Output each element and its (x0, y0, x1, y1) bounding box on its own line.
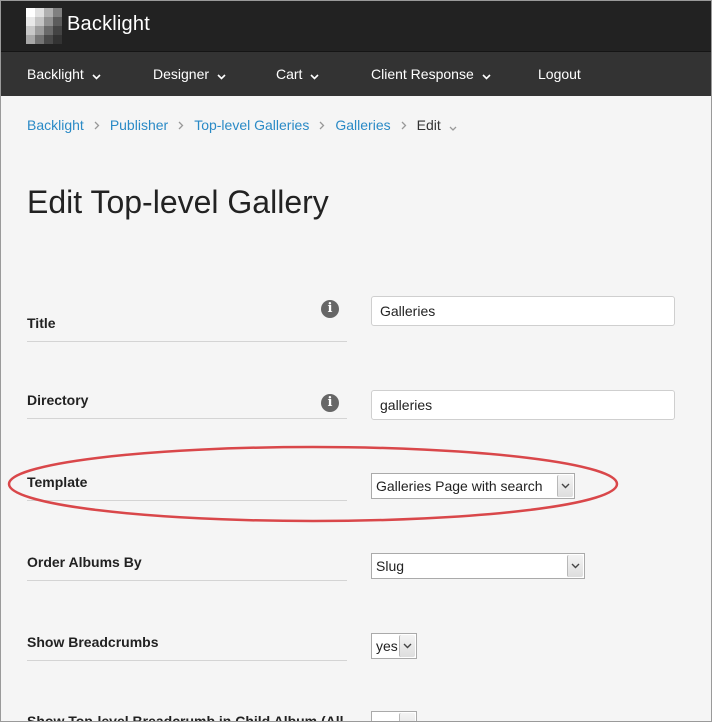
order-albums-by-label: Order Albums By (27, 554, 142, 570)
chevron-down-icon (310, 53, 320, 97)
nav-label: Backlight (27, 66, 84, 82)
chevron-right-icon (94, 117, 100, 133)
directory-input[interactable] (371, 390, 675, 420)
app-window: Backlight Backlight Designer Cart Client… (0, 0, 712, 722)
chevron-down-icon[interactable] (449, 118, 457, 134)
chevron-right-icon (401, 117, 407, 133)
template-label: Template (27, 474, 88, 490)
breadcrumb-link-backlight[interactable]: Backlight (27, 117, 84, 133)
title-input[interactable] (371, 296, 675, 326)
chevron-down-icon (92, 53, 101, 97)
show-breadcrumbs-label: Show Breadcrumbs (27, 634, 159, 650)
info-icon[interactable]: i (321, 394, 339, 412)
dropdown-arrow-icon (557, 475, 573, 497)
template-label-cell: Template (27, 470, 347, 501)
show-breadcrumbs-label-cell: Show Breadcrumbs (27, 630, 347, 661)
template-select-value: Galleries Page with search (376, 478, 543, 494)
breadcrumb-link-publisher[interactable]: Publisher (110, 117, 168, 133)
nav-label: Logout (538, 66, 581, 82)
nav-cart[interactable]: Cart (276, 52, 320, 97)
chevron-right-icon (178, 117, 184, 133)
order-albums-by-value: Slug (376, 558, 405, 574)
dropdown-arrow-icon (567, 555, 583, 577)
nav-label: Designer (153, 66, 210, 82)
partial-row-select[interactable] (371, 711, 417, 721)
nav-label: Client Response (371, 66, 474, 82)
chevron-down-icon (482, 53, 491, 97)
info-icon[interactable]: i (321, 300, 339, 318)
show-breadcrumbs-select[interactable]: yes (371, 633, 417, 659)
nav-logout[interactable]: Logout (538, 52, 581, 96)
order-albums-by-label-cell: Order Albums By (27, 550, 347, 581)
nav-client-response[interactable]: Client Response (371, 52, 491, 96)
top-bar: Backlight (1, 1, 711, 52)
page-title: Edit Top-level Gallery (27, 184, 329, 220)
dropdown-arrow-icon (399, 635, 415, 657)
breadcrumb: Backlight Publisher Top-level Galleries Gal… (27, 117, 457, 134)
chevron-right-icon (319, 117, 325, 133)
partial-row-label: Show Top-level Breadcrumb in Child Album… (27, 713, 344, 722)
breadcrumb-link-galleries[interactable]: Galleries (335, 117, 390, 133)
breadcrumb-link-top-level-galleries[interactable]: Top-level Galleries (194, 117, 309, 133)
directory-label: Directory (27, 392, 89, 408)
title-label: Title (27, 315, 56, 331)
partial-row-label-cell: Show Top-level Breadcrumb in Child Album… (27, 699, 347, 722)
chevron-down-icon (217, 53, 226, 97)
nav-backlight[interactable]: Backlight (27, 52, 101, 96)
nav-designer[interactable]: Designer (153, 52, 226, 96)
app-title: Backlight (67, 13, 150, 35)
annotation-ellipse (7, 445, 619, 523)
dropdown-arrow-icon (399, 713, 415, 721)
order-albums-by-select[interactable]: Slug (371, 553, 585, 579)
title-label-cell: Title i (27, 300, 347, 342)
backlight-logo (26, 8, 62, 44)
template-select[interactable]: Galleries Page with search (371, 473, 575, 499)
show-breadcrumbs-value: yes (376, 638, 398, 654)
directory-label-cell: Directory i (27, 388, 347, 419)
main-nav: Backlight Designer Cart Client Response … (1, 52, 711, 96)
breadcrumb-current: Edit (416, 117, 441, 133)
nav-label: Cart (276, 66, 303, 82)
